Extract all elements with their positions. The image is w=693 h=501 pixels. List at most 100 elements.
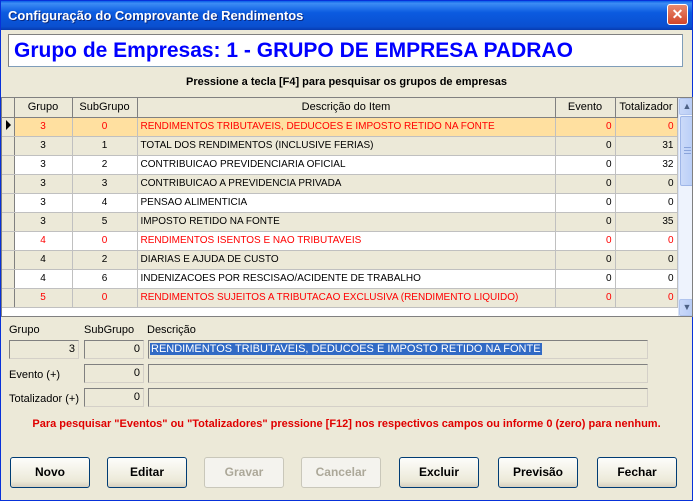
- cell-totalizador[interactable]: 35: [615, 212, 678, 232]
- previsao-button[interactable]: Previsão: [498, 457, 578, 488]
- cell-subgrupo[interactable]: 0: [72, 288, 138, 308]
- novo-button[interactable]: Novo: [10, 457, 90, 488]
- cell-subgrupo[interactable]: 3: [72, 174, 138, 194]
- scroll-thumb[interactable]: [680, 116, 692, 186]
- row-indicator: [2, 174, 15, 194]
- cell-grupo[interactable]: 3: [14, 155, 73, 175]
- cell-grupo[interactable]: 4: [14, 250, 73, 270]
- cell-descricao[interactable]: CONTRIBUICAO PREVIDENCIARIA OFICIAL: [137, 155, 556, 175]
- items-grid[interactable]: Grupo SubGrupo Descrição do Item Evento …: [1, 97, 693, 317]
- items-table-body: 3 0 RENDIMENTOS TRIBUTAVEIS, DEDUCOES E IM…: [2, 117, 678, 308]
- table-row[interactable]: 3 0 RENDIMENTOS TRIBUTAVEIS, DEDUCOES E IM…: [2, 117, 678, 137]
- main-window: Configuração do Comprovante de Rendiment…: [0, 0, 693, 501]
- table-row[interactable]: 3 3 CONTRIBUICAO A PREVIDENCIA PRIVADA 0 0: [2, 174, 678, 194]
- col-header-grupo[interactable]: Grupo: [14, 98, 73, 118]
- cell-grupo[interactable]: 3: [14, 212, 73, 232]
- table-row[interactable]: 3 2 CONTRIBUICAO PREVIDENCIARIA OFICIAL 0 32: [2, 155, 678, 175]
- cell-grupo[interactable]: 4: [14, 269, 73, 289]
- row-indicator: [2, 250, 15, 270]
- cell-subgrupo[interactable]: 0: [72, 117, 138, 137]
- cell-subgrupo[interactable]: 0: [72, 231, 138, 251]
- cell-totalizador[interactable]: 0: [615, 288, 678, 308]
- descricao-label: Descrição: [147, 324, 196, 336]
- cell-subgrupo[interactable]: 6: [72, 269, 138, 289]
- cell-descricao[interactable]: INDENIZACOES POR RESCISAO/ACIDENTE DE TR…: [137, 269, 556, 289]
- table-row[interactable]: 4 0 RENDIMENTOS ISENTOS E NAO TRIBUTAVEIS 0…: [2, 231, 678, 251]
- cell-evento[interactable]: 0: [555, 155, 616, 175]
- table-row[interactable]: 4 6 INDENIZACOES POR RESCISAO/ACIDENTE DE …: [2, 269, 678, 289]
- table-row[interactable]: 4 2 DIARIAS E AJUDA DE CUSTO 0 0: [2, 250, 678, 270]
- group-header-field[interactable]: Grupo de Empresas: 1 - GRUPO DE EMPRESA …: [8, 34, 683, 67]
- cancelar-button[interactable]: Cancelar: [301, 457, 381, 488]
- col-header-evento[interactable]: Evento: [555, 98, 616, 118]
- cell-grupo[interactable]: 4: [14, 231, 73, 251]
- cell-totalizador[interactable]: 0: [615, 231, 678, 251]
- cell-descricao[interactable]: PENSAO ALIMENTICIA: [137, 193, 556, 213]
- totalizador-field[interactable]: 0: [84, 388, 144, 407]
- scroll-up-icon[interactable]: ▲: [679, 98, 692, 115]
- gravar-button[interactable]: Gravar: [204, 457, 284, 488]
- cell-evento[interactable]: 0: [555, 288, 616, 308]
- cell-descricao[interactable]: TOTAL DOS RENDIMENTOS (INCLUSIVE FERIAS): [137, 136, 556, 156]
- cell-evento[interactable]: 0: [555, 117, 616, 137]
- table-row[interactable]: 3 5 IMPOSTO RETIDO NA FONTE 0 35: [2, 212, 678, 232]
- cell-totalizador[interactable]: 32: [615, 155, 678, 175]
- cell-evento[interactable]: 0: [555, 231, 616, 251]
- cell-grupo[interactable]: 3: [14, 117, 73, 137]
- evento-field[interactable]: 0: [84, 364, 144, 383]
- cell-totalizador[interactable]: 0: [615, 269, 678, 289]
- cell-totalizador[interactable]: 0: [615, 250, 678, 270]
- cell-grupo[interactable]: 3: [14, 193, 73, 213]
- cell-subgrupo[interactable]: 4: [72, 193, 138, 213]
- cell-totalizador[interactable]: 0: [615, 174, 678, 194]
- items-table: Grupo SubGrupo Descrição do Item Evento …: [2, 98, 678, 308]
- cell-grupo[interactable]: 3: [14, 136, 73, 156]
- cell-totalizador[interactable]: 31: [615, 136, 678, 156]
- editar-button[interactable]: Editar: [107, 457, 187, 488]
- cell-descricao[interactable]: DIARIAS E AJUDA DE CUSTO: [137, 250, 556, 270]
- cell-evento[interactable]: 0: [555, 250, 616, 270]
- col-header-descricao[interactable]: Descrição do Item: [137, 98, 556, 118]
- col-header-totalizador[interactable]: Totalizador: [615, 98, 678, 118]
- title-bar: Configuração do Comprovante de Rendiment…: [1, 1, 692, 30]
- row-indicator: [2, 117, 15, 137]
- cell-evento[interactable]: 0: [555, 136, 616, 156]
- descricao-selected-text: RENDIMENTOS TRIBUTAVEIS, DEDUCOES E IMPO…: [150, 343, 542, 355]
- cell-descricao[interactable]: RENDIMENTOS ISENTOS E NAO TRIBUTAVEIS: [137, 231, 556, 251]
- cell-subgrupo[interactable]: 2: [72, 155, 138, 175]
- cell-totalizador[interactable]: 0: [615, 193, 678, 213]
- cell-descricao[interactable]: RENDIMENTOS SUJEITOS A TRIBUTACAO EXCLUS…: [137, 288, 556, 308]
- table-row[interactable]: 3 4 PENSAO ALIMENTICIA 0 0: [2, 193, 678, 213]
- vertical-scrollbar[interactable]: ▲ ▼: [678, 98, 692, 316]
- cell-evento[interactable]: 0: [555, 269, 616, 289]
- grupo-label: Grupo: [9, 324, 40, 336]
- row-indicator: [2, 193, 15, 213]
- excluir-button[interactable]: Excluir: [399, 457, 479, 488]
- cell-evento[interactable]: 0: [555, 212, 616, 232]
- grupo-field[interactable]: 3: [9, 340, 79, 359]
- cell-descricao[interactable]: IMPOSTO RETIDO NA FONTE: [137, 212, 556, 232]
- descricao-field[interactable]: RENDIMENTOS TRIBUTAVEIS, DEDUCOES E IMPO…: [148, 340, 648, 359]
- cell-evento[interactable]: 0: [555, 193, 616, 213]
- scroll-down-icon[interactable]: ▼: [679, 299, 692, 316]
- hint-f12: Para pesquisar "Eventos" ou "Totalizador…: [32, 418, 661, 430]
- row-indicator: [2, 212, 15, 232]
- subgrupo-label: SubGrupo: [84, 324, 135, 336]
- close-icon[interactable]: ✕: [667, 4, 688, 25]
- cell-descricao[interactable]: CONTRIBUICAO A PREVIDENCIA PRIVADA: [137, 174, 556, 194]
- cell-descricao[interactable]: RENDIMENTOS TRIBUTAVEIS, DEDUCOES E IMPO…: [137, 117, 556, 137]
- cell-totalizador[interactable]: 0: [615, 117, 678, 137]
- cell-subgrupo[interactable]: 1: [72, 136, 138, 156]
- fechar-button[interactable]: Fechar: [597, 457, 677, 488]
- cell-evento[interactable]: 0: [555, 174, 616, 194]
- cell-grupo[interactable]: 3: [14, 174, 73, 194]
- col-header-subgrupo[interactable]: SubGrupo: [72, 98, 138, 118]
- subgrupo-field[interactable]: 0: [84, 340, 144, 359]
- cell-subgrupo[interactable]: 5: [72, 212, 138, 232]
- cell-grupo[interactable]: 5: [14, 288, 73, 308]
- table-row[interactable]: 5 0 RENDIMENTOS SUJEITOS A TRIBUTACAO EXCL…: [2, 288, 678, 308]
- table-row[interactable]: 3 1 TOTAL DOS RENDIMENTOS (INCLUSIVE FERIA…: [2, 136, 678, 156]
- evento-description-field: [148, 364, 648, 383]
- cell-subgrupo[interactable]: 2: [72, 250, 138, 270]
- window-title: Configuração do Comprovante de Rendiment…: [8, 8, 304, 23]
